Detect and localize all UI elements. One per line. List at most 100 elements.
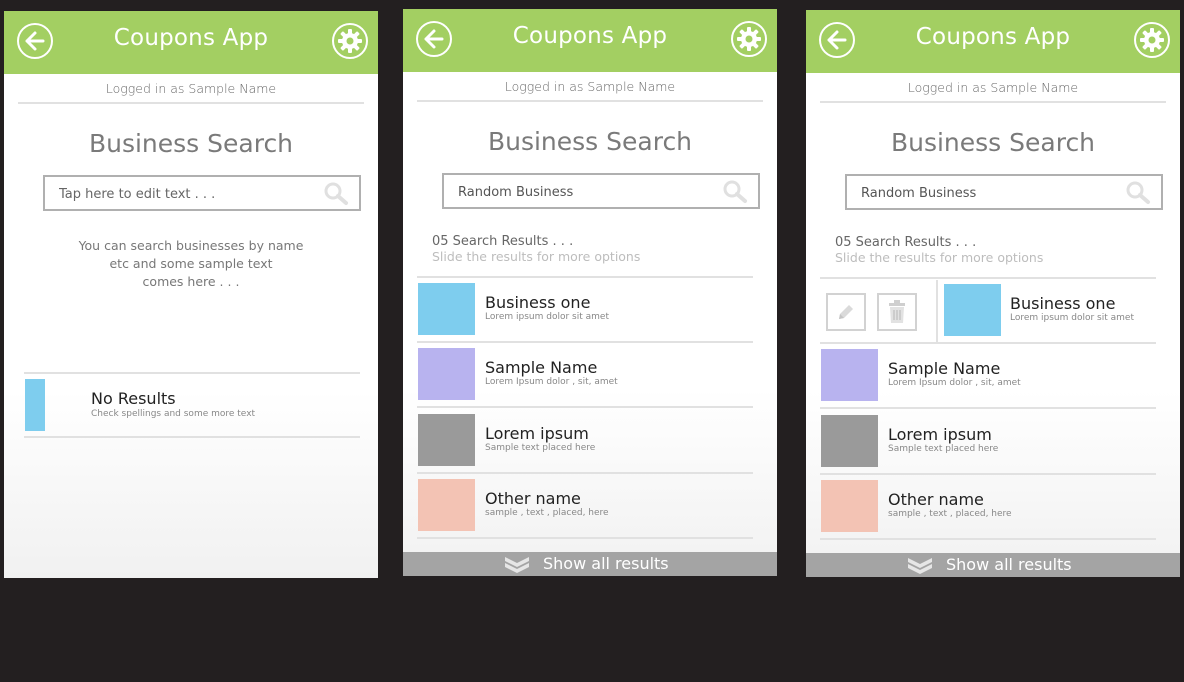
result-subtitle: Lorem ipsum dolor sit amet: [1010, 313, 1134, 323]
search-input[interactable]: [456, 179, 720, 205]
result-row[interactable]: Sample Name Lorem Ipsum dolor , sit, ame…: [417, 344, 753, 408]
trash-icon: [889, 300, 905, 323]
page-title: Business Search: [487, 127, 693, 156]
info-line: comes here . . .: [142, 274, 240, 289]
result-title: Other name: [888, 490, 984, 509]
gear-icon: [737, 27, 761, 51]
divider: [417, 341, 753, 343]
result-row[interactable]: Other name sample , text , placed, here: [417, 475, 753, 539]
result-title: Business one: [1010, 294, 1116, 313]
search-box: [442, 173, 760, 209]
edit-button[interactable]: [826, 293, 866, 331]
screen-results-swiped: Coupons App Logged in as Sample Name Bus…: [806, 10, 1180, 577]
no-results-subtitle: Check spellings and some more text: [91, 409, 256, 419]
result-title: Other name: [485, 489, 581, 508]
app-header: Coupons App: [806, 10, 1180, 73]
info-text: You can search businesses by name etc an…: [64, 237, 318, 291]
result-row[interactable]: Lorem ipsum Sample text placed here: [820, 411, 1156, 475]
result-subtitle: sample , text , placed, here: [485, 508, 609, 518]
result-row[interactable]: Lorem ipsum Sample text placed here: [417, 410, 753, 474]
result-title: Lorem ipsum: [888, 425, 992, 444]
page-title: Business Search: [890, 128, 1096, 157]
result-row-swiped[interactable]: Business one Lorem ipsum dolor sit amet: [820, 280, 1156, 344]
result-subtitle: Lorem ipsum dolor sit amet: [485, 312, 609, 322]
app-title: Coupons App: [512, 23, 668, 49]
app-title: Coupons App: [113, 25, 269, 51]
color-swatch: [944, 284, 1001, 336]
divider: [417, 537, 753, 539]
divider: [24, 436, 360, 438]
divider: [18, 102, 364, 104]
divider: [820, 473, 1156, 475]
divider: [417, 276, 753, 278]
color-swatch: [418, 283, 475, 335]
gear-icon: [338, 29, 362, 53]
result-row[interactable]: Business one Lorem ipsum dolor sit amet: [417, 279, 753, 343]
logged-in-label: Logged in as Sample Name: [907, 80, 1079, 95]
divider: [820, 342, 1156, 344]
divider: [417, 472, 753, 474]
show-all-results-button[interactable]: Show all results: [403, 552, 777, 576]
result-row[interactable]: Other name sample , text , placed, here: [820, 476, 1156, 540]
screen-no-results: Coupons App Logged in as Sample Name Bus…: [4, 11, 378, 578]
color-swatch: [821, 480, 878, 532]
color-swatch: [821, 349, 878, 401]
logged-in-label: Logged in as Sample Name: [504, 79, 676, 94]
result-title: Business one: [485, 293, 591, 312]
logged-in-label: Logged in as Sample Name: [105, 81, 277, 96]
no-results-row: No Results Check spellings and some more…: [24, 372, 360, 438]
result-title: Lorem ipsum: [485, 424, 589, 443]
search-icon[interactable]: [721, 179, 749, 205]
result-subtitle: Sample text placed here: [888, 444, 999, 454]
delete-button[interactable]: [877, 293, 917, 331]
result-subtitle: Sample text placed here: [485, 443, 596, 453]
divider: [820, 277, 1156, 279]
result-title: Sample Name: [888, 359, 1001, 378]
double-chevron-down-icon: [908, 558, 932, 574]
result-title: Sample Name: [485, 358, 598, 377]
results-count: 05 Search Results . . .: [835, 235, 977, 250]
settings-button[interactable]: [731, 21, 767, 57]
settings-button[interactable]: [332, 23, 368, 59]
show-all-results-button[interactable]: Show all results: [806, 553, 1180, 577]
color-swatch: [821, 415, 878, 467]
settings-button[interactable]: [1134, 22, 1170, 58]
divider: [820, 538, 1156, 540]
double-chevron-down-icon: [505, 557, 529, 573]
search-icon[interactable]: [322, 181, 350, 207]
pencil-icon: [839, 305, 853, 319]
result-subtitle: Lorem Ipsum dolor , sit, amet: [888, 378, 1021, 388]
divider: [820, 101, 1166, 103]
show-all-label: Show all results: [543, 554, 669, 573]
results-hint: Slide the results for more options: [835, 250, 1044, 265]
screen-results: Coupons App Logged in as Sample Name Bus…: [403, 9, 777, 576]
gear-icon: [1140, 28, 1164, 52]
divider: [417, 100, 763, 102]
app-header: Coupons App: [403, 9, 777, 72]
divider: [936, 280, 938, 344]
app-header: Coupons App: [4, 11, 378, 74]
color-swatch: [418, 348, 475, 400]
result-row[interactable]: Sample Name Lorem Ipsum dolor , sit, ame…: [820, 345, 1156, 409]
color-swatch: [418, 414, 475, 466]
show-all-label: Show all results: [946, 555, 1072, 574]
divider: [820, 407, 1156, 409]
info-line: etc and some sample text: [109, 256, 273, 271]
divider: [24, 372, 360, 374]
app-title: Coupons App: [915, 24, 1071, 50]
no-results-title: No Results: [91, 389, 176, 408]
color-swatch: [418, 479, 475, 531]
info-line: You can search businesses by name: [78, 238, 304, 253]
results-hint: Slide the results for more options: [432, 249, 641, 264]
search-box: [43, 175, 361, 211]
result-subtitle: sample , text , placed, here: [888, 509, 1012, 519]
divider: [417, 406, 753, 408]
page-title: Business Search: [88, 129, 294, 158]
results-count: 05 Search Results . . .: [432, 234, 574, 249]
search-input[interactable]: [859, 180, 1123, 206]
result-subtitle: Lorem Ipsum dolor , sit, amet: [485, 377, 618, 387]
color-swatch: [25, 379, 45, 431]
search-box: [845, 174, 1163, 210]
search-input[interactable]: [57, 181, 321, 207]
search-icon[interactable]: [1124, 180, 1152, 206]
